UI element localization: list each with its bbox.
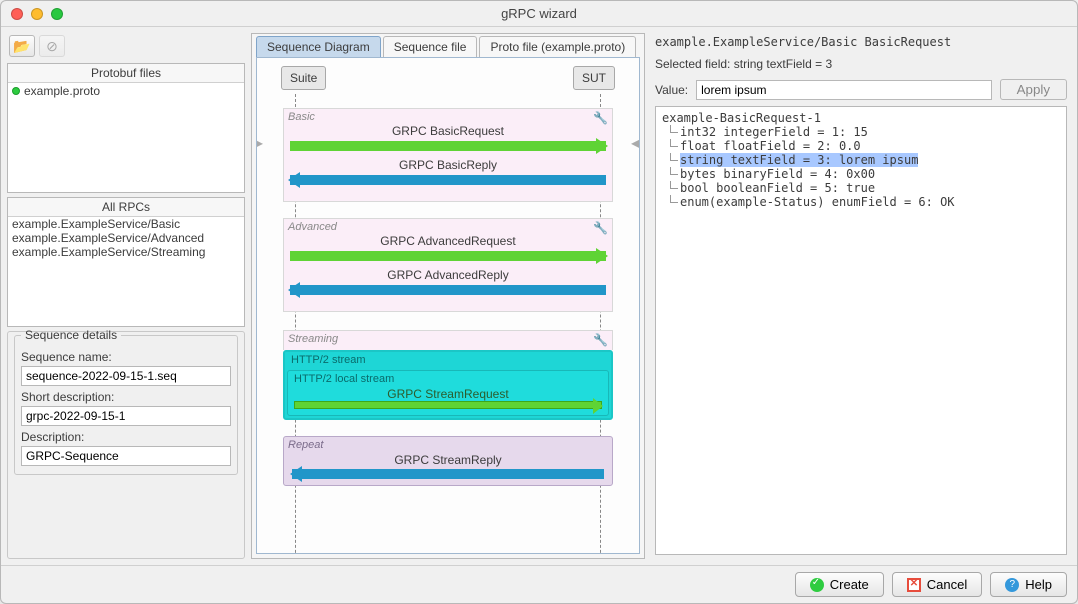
right-header: example.ExampleService/Basic BasicReques… xyxy=(651,33,1071,51)
tree-field-item[interactable]: int32 integerField = 1: 15 xyxy=(662,125,1060,139)
http2-stream-label: HTTP/2 stream xyxy=(285,352,611,368)
grip-left-icon: ▸ xyxy=(257,133,265,147)
rpc-item-advanced[interactable]: example.ExampleService/Advanced xyxy=(8,231,244,245)
sequence-name-input[interactable] xyxy=(21,366,231,386)
footer: Create Cancel ? Help xyxy=(1,565,1077,603)
disabled-tool-button: ⊘ xyxy=(39,35,65,57)
cancel-icon xyxy=(907,578,921,592)
wrench-icon[interactable]: 🔧 xyxy=(593,333,608,347)
description-label: Description: xyxy=(21,430,231,444)
help-button-label: Help xyxy=(1025,577,1052,592)
left-column: 📂 ⊘ Protobuf files example.proto All RPC… xyxy=(7,33,245,559)
fragment-streaming-label: Streaming xyxy=(288,333,338,345)
tab-proto-file[interactable]: Proto file (example.proto) xyxy=(479,36,636,57)
basic-reply-label: GRPC BasicReply xyxy=(284,157,612,172)
cancel-button[interactable]: Cancel xyxy=(892,572,982,597)
basic-request-label: GRPC BasicRequest xyxy=(284,123,612,138)
short-desc-label: Short description: xyxy=(21,390,231,404)
field-tree-panel[interactable]: example-BasicRequest-1 int32 integerFiel… xyxy=(655,106,1067,555)
sequence-details-legend: Sequence details xyxy=(21,328,121,342)
short-desc-input[interactable] xyxy=(21,406,231,426)
value-input[interactable] xyxy=(696,80,992,100)
description-input[interactable] xyxy=(21,446,231,466)
apply-button[interactable]: Apply xyxy=(1000,79,1067,100)
actor-sut[interactable]: SUT xyxy=(573,66,615,90)
arrow-advanced-request xyxy=(290,251,606,261)
repeat-box[interactable]: Repeat GRPC StreamReply xyxy=(283,436,613,486)
ok-icon xyxy=(810,578,824,592)
stream-reply-label: GRPC StreamReply xyxy=(288,453,608,467)
left-toolbar: 📂 ⊘ xyxy=(7,33,245,59)
help-button[interactable]: ? Help xyxy=(990,572,1067,597)
sequence-diagram-area: Suite SUT ▸ ◂ Basic 🔧 GRPC BasicRequest xyxy=(256,57,640,554)
right-column: example.ExampleService/Basic BasicReques… xyxy=(651,33,1071,559)
arrow-advanced-reply xyxy=(290,285,606,295)
diagram-canvas: Suite SUT ▸ ◂ Basic 🔧 GRPC BasicRequest xyxy=(257,58,639,553)
tree-field-item[interactable]: enum(example-Status) enumField = 6: OK xyxy=(662,195,1060,209)
sequence-name-label: Sequence name: xyxy=(21,350,231,364)
arrow-stream-reply xyxy=(292,469,604,479)
value-label: Value: xyxy=(655,83,688,97)
fragment-advanced[interactable]: Advanced 🔧 GRPC AdvancedRequest GRPC Adv… xyxy=(283,218,613,312)
protobuf-files-panel: Protobuf files example.proto xyxy=(7,63,245,193)
tabs-row: Sequence Diagram Sequence file Proto fil… xyxy=(252,34,644,57)
fragment-basic-label: Basic xyxy=(288,111,315,123)
sequence-details-panel: Sequence details Sequence name: Short de… xyxy=(7,331,245,559)
tree-field-item[interactable]: bytes binaryField = 4: 0x00 xyxy=(662,167,1060,181)
rpc-list[interactable]: example.ExampleService/Basic example.Exa… xyxy=(8,217,244,326)
traffic-lights xyxy=(11,8,63,20)
arrow-basic-reply xyxy=(290,175,606,185)
selected-field-label: Selected field: xyxy=(655,57,730,71)
zoom-window-button[interactable] xyxy=(51,8,63,20)
minimize-window-button[interactable] xyxy=(31,8,43,20)
repeat-label: Repeat xyxy=(288,439,608,451)
help-icon: ? xyxy=(1005,578,1019,592)
close-window-button[interactable] xyxy=(11,8,23,20)
fragment-advanced-label: Advanced xyxy=(288,221,337,233)
create-button[interactable]: Create xyxy=(795,572,884,597)
stream-request-label: GRPC StreamRequest xyxy=(288,387,608,401)
grip-right-icon: ◂ xyxy=(631,133,639,147)
selected-field-row: Selected field: string textField = 3 xyxy=(651,55,1071,73)
tree-field-item[interactable]: bool booleanField = 5: true xyxy=(662,181,1060,195)
rpc-item-streaming[interactable]: example.ExampleService/Streaming xyxy=(8,245,244,259)
all-rpcs-panel: All RPCs example.ExampleService/Basic ex… xyxy=(7,197,245,327)
http2-local-stream-box: HTTP/2 local stream GRPC StreamRequest xyxy=(287,370,609,416)
tab-sequence-file[interactable]: Sequence file xyxy=(383,36,478,57)
advanced-request-label: GRPC AdvancedRequest xyxy=(284,233,612,248)
http2-stream-box[interactable]: HTTP/2 stream HTTP/2 local stream GRPC S… xyxy=(283,350,613,420)
create-button-label: Create xyxy=(830,577,869,592)
protobuf-file-name: example.proto xyxy=(24,84,100,98)
actor-suite[interactable]: Suite xyxy=(281,66,326,90)
middle-column: Sequence Diagram Sequence file Proto fil… xyxy=(251,33,645,559)
tab-sequence-diagram[interactable]: Sequence Diagram xyxy=(256,36,381,57)
tree-field-item[interactable]: string textField = 3: lorem ipsum xyxy=(662,153,1060,167)
advanced-reply-label: GRPC AdvancedReply xyxy=(284,267,612,282)
arrow-stream-request xyxy=(294,401,602,409)
value-row: Value: Apply xyxy=(651,77,1071,102)
cancel-button-label: Cancel xyxy=(927,577,967,592)
titlebar: gRPC wizard xyxy=(1,1,1077,27)
protobuf-panel-title: Protobuf files xyxy=(8,64,244,83)
arrow-basic-request xyxy=(290,141,606,151)
content-area: 📂 ⊘ Protobuf files example.proto All RPC… xyxy=(1,27,1077,565)
tree-field-item[interactable]: float floatField = 2: 0.0 xyxy=(662,139,1060,153)
fragment-basic[interactable]: Basic 🔧 GRPC BasicRequest GRPC BasicRepl… xyxy=(283,108,613,202)
tree-root[interactable]: example-BasicRequest-1 xyxy=(662,111,1060,125)
window-title: gRPC wizard xyxy=(501,6,577,21)
selected-field-value: string textField = 3 xyxy=(734,57,832,71)
protobuf-files-list[interactable]: example.proto xyxy=(8,83,244,192)
protobuf-file-item[interactable]: example.proto xyxy=(8,83,244,99)
fragment-streaming-header[interactable]: Streaming 🔧 xyxy=(283,330,613,350)
rpc-panel-title: All RPCs xyxy=(8,198,244,217)
diagram-scroll[interactable]: Suite SUT ▸ ◂ Basic 🔧 GRPC BasicRequest xyxy=(257,58,639,553)
status-dot-icon xyxy=(12,87,20,95)
rpc-item-basic[interactable]: example.ExampleService/Basic xyxy=(8,217,244,231)
open-folder-button[interactable]: 📂 xyxy=(9,35,35,57)
wizard-window: gRPC wizard 📂 ⊘ Protobuf files example.p… xyxy=(0,0,1078,604)
http2-local-stream-label: HTTP/2 local stream xyxy=(288,371,608,387)
